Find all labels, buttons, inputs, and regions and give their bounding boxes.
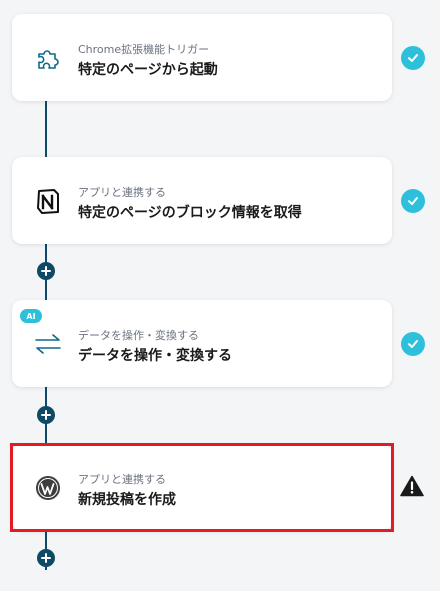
- step-category: アプリと連携する: [78, 186, 166, 199]
- step-category: データを操作・変換する: [78, 329, 199, 342]
- flow-step-data-transform[interactable]: データを操作・変換する データを操作・変換する: [12, 300, 392, 387]
- add-step-button[interactable]: [37, 262, 55, 280]
- swap-arrows-icon: [32, 328, 64, 360]
- wordpress-icon: [32, 472, 64, 504]
- step-title: 特定のページのブロック情報を取得: [78, 205, 302, 221]
- step-complete-check-icon: [401, 46, 425, 70]
- step-complete-check-icon: [401, 189, 425, 213]
- flow-step-notion-get-block[interactable]: アプリと連携する 特定のページのブロック情報を取得: [12, 157, 392, 244]
- add-step-button[interactable]: [37, 549, 55, 567]
- flow-connector: [45, 100, 47, 158]
- flow-step-chrome-trigger[interactable]: Chrome拡張機能トリガー 特定のページから起動: [12, 14, 392, 101]
- step-category: Chrome拡張機能トリガー: [78, 43, 210, 56]
- step-title: データを操作・変換する: [78, 348, 232, 364]
- notion-icon: [32, 185, 64, 217]
- puzzle-piece-icon: [32, 42, 64, 74]
- add-step-button[interactable]: [37, 406, 55, 424]
- step-title: 新規投稿を作成: [78, 492, 176, 508]
- warning-icon: [399, 474, 425, 498]
- ai-badge: AI: [20, 309, 42, 323]
- step-category: アプリと連携する: [78, 473, 166, 486]
- step-complete-check-icon: [401, 332, 425, 356]
- step-title: 特定のページから起動: [78, 62, 218, 78]
- flow-step-wordpress-create-post[interactable]: アプリと連携する 新規投稿を作成: [12, 444, 392, 531]
